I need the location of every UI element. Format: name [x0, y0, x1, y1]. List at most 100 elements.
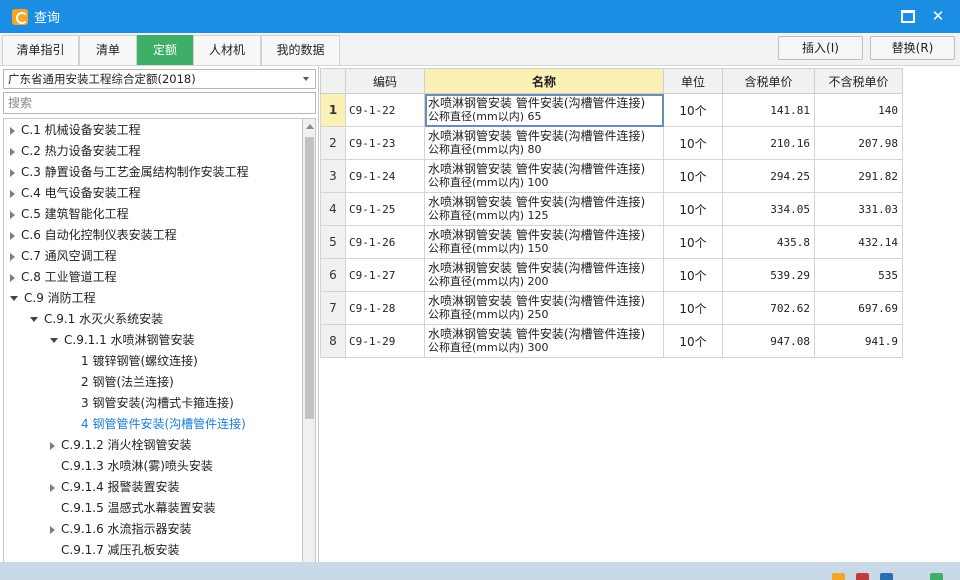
taskbar-blue-icon[interactable]: [880, 573, 893, 580]
cell-unit[interactable]: 10个: [663, 225, 723, 259]
cell-code[interactable]: C9-1-23: [345, 126, 425, 160]
cell-name[interactable]: 水喷淋钢管安装 管件安装(沟槽管件连接) 公称直径(mm以内) 80: [424, 126, 664, 160]
cell-notax-price[interactable]: 291.82: [814, 159, 903, 193]
row-number[interactable]: 3: [320, 159, 346, 193]
row-number[interactable]: 2: [320, 126, 346, 160]
tree-node[interactable]: C.4 电气设备安装工程: [10, 183, 141, 204]
tree-node[interactable]: C.8 工业管道工程: [10, 267, 117, 288]
table-row[interactable]: 5 C9-1-26 水喷淋钢管安装 管件安装(沟槽管件连接) 公称直径(mm以内) 1…: [320, 225, 903, 259]
taskbar-red-icon[interactable]: [856, 573, 869, 580]
search-input[interactable]: [3, 92, 316, 114]
cell-notax-price[interactable]: 941.9: [814, 324, 903, 358]
tree-node[interactable]: C.5 建筑智能化工程: [10, 204, 129, 225]
insert-button[interactable]: 插入(I): [778, 36, 863, 60]
cell-unit[interactable]: 10个: [663, 324, 723, 358]
row-number[interactable]: 4: [320, 192, 346, 226]
cell-code[interactable]: C9-1-26: [345, 225, 425, 259]
table-row[interactable]: 6 C9-1-27 水喷淋钢管安装 管件安装(沟槽管件连接) 公称直径(mm以内) 2…: [320, 258, 903, 292]
tree-node[interactable]: 2 钢管(法兰连接): [70, 372, 174, 393]
table-row[interactable]: 3 C9-1-24 水喷淋钢管安装 管件安装(沟槽管件连接) 公称直径(mm以内) 1…: [320, 159, 903, 193]
expand-arrow-icon[interactable]: [50, 483, 55, 492]
scroll-up-icon[interactable]: [306, 124, 314, 129]
tab-my-data[interactable]: 我的数据: [261, 35, 340, 65]
tree-scrollbar[interactable]: [302, 118, 316, 580]
expand-arrow-icon[interactable]: [10, 168, 15, 177]
cell-notax-price[interactable]: 140: [814, 93, 903, 127]
cell-name[interactable]: 水喷淋钢管安装 管件安装(沟槽管件连接) 公称直径(mm以内) 100: [424, 159, 664, 193]
cell-tax-price[interactable]: 210.16: [722, 126, 815, 160]
maximize-icon[interactable]: [898, 7, 918, 25]
quota-library-select[interactable]: 广东省通用安装工程综合定额(2018): [3, 69, 316, 89]
column-header-code[interactable]: 编码: [345, 68, 425, 94]
column-header-notax-price[interactable]: 不含税单价: [814, 68, 903, 94]
cell-code[interactable]: C9-1-25: [345, 192, 425, 226]
tab-bill-guide[interactable]: 清单指引: [2, 35, 79, 65]
collapse-arrow-icon[interactable]: [50, 338, 58, 343]
tree-node[interactable]: C.7 通风空调工程: [10, 246, 117, 267]
cell-notax-price[interactable]: 432.14: [814, 225, 903, 259]
cell-notax-price[interactable]: 535: [814, 258, 903, 292]
row-number[interactable]: 1: [320, 93, 346, 127]
tree-node[interactable]: C.9.1.2 消火栓钢管安装: [50, 435, 192, 456]
expand-arrow-icon[interactable]: [10, 273, 15, 282]
tab-quota[interactable]: 定额: [137, 35, 193, 65]
table-row[interactable]: 4 C9-1-25 水喷淋钢管安装 管件安装(沟槽管件连接) 公称直径(mm以内) 1…: [320, 192, 903, 226]
taskbar-app-icon[interactable]: [832, 573, 845, 580]
expand-arrow-icon[interactable]: [10, 189, 15, 198]
cell-notax-price[interactable]: 207.98: [814, 126, 903, 160]
cell-tax-price[interactable]: 334.05: [722, 192, 815, 226]
scrollbar-thumb[interactable]: [305, 137, 314, 419]
cell-code[interactable]: C9-1-27: [345, 258, 425, 292]
cell-unit[interactable]: 10个: [663, 192, 723, 226]
cell-tax-price[interactable]: 141.81: [722, 93, 815, 127]
tree-node[interactable]: C.9.1.5 温感式水幕装置安装: [50, 498, 216, 519]
expand-arrow-icon[interactable]: [10, 231, 15, 240]
replace-button[interactable]: 替换(R): [870, 36, 955, 60]
cell-tax-price[interactable]: 294.25: [722, 159, 815, 193]
tree-node[interactable]: 3 钢管安装(沟槽式卡箍连接): [70, 393, 234, 414]
table-row[interactable]: 7 C9-1-28 水喷淋钢管安装 管件安装(沟槽管件连接) 公称直径(mm以内) 2…: [320, 291, 903, 325]
cell-name[interactable]: 水喷淋钢管安装 管件安装(沟槽管件连接) 公称直径(mm以内) 125: [424, 192, 664, 226]
taskbar-green-icon[interactable]: [930, 573, 943, 580]
tree-node[interactable]: 4 钢管管件安装(沟槽管件连接): [70, 414, 246, 435]
cell-notax-price[interactable]: 697.69: [814, 291, 903, 325]
tree-node[interactable]: C.9.1.7 减压孔板安装: [50, 540, 180, 561]
row-number[interactable]: 6: [320, 258, 346, 292]
cell-code[interactable]: C9-1-24: [345, 159, 425, 193]
cell-unit[interactable]: 10个: [663, 159, 723, 193]
tree-node[interactable]: C.6 自动化控制仪表安装工程: [10, 225, 177, 246]
cell-name[interactable]: 水喷淋钢管安装 管件安装(沟槽管件连接) 公称直径(mm以内) 200: [424, 258, 664, 292]
collapse-arrow-icon[interactable]: [10, 296, 18, 301]
tree-node[interactable]: C.9.1 水灭火系统安装: [30, 309, 163, 330]
collapse-arrow-icon[interactable]: [30, 317, 38, 322]
tree-node[interactable]: 1 镀锌钢管(螺纹连接): [70, 351, 198, 372]
cell-code[interactable]: C9-1-29: [345, 324, 425, 358]
cell-tax-price[interactable]: 702.62: [722, 291, 815, 325]
expand-arrow-icon[interactable]: [50, 525, 55, 534]
expand-arrow-icon[interactable]: [10, 210, 15, 219]
tree-node[interactable]: C.2 热力设备安装工程: [10, 141, 141, 162]
close-icon[interactable]: ✕: [928, 7, 948, 25]
cell-name[interactable]: 水喷淋钢管安装 管件安装(沟槽管件连接) 公称直径(mm以内) 250: [424, 291, 664, 325]
cell-unit[interactable]: 10个: [663, 126, 723, 160]
cell-name[interactable]: 水喷淋钢管安装 管件安装(沟槽管件连接) 公称直径(mm以内) 300: [424, 324, 664, 358]
cell-notax-price[interactable]: 331.03: [814, 192, 903, 226]
tree-node[interactable]: C.9.1.4 报警装置安装: [50, 477, 180, 498]
tree-node[interactable]: C.9.1.1 水喷淋钢管安装: [50, 330, 195, 351]
column-header-name[interactable]: 名称: [424, 68, 664, 94]
tree-node[interactable]: C.1 机械设备安装工程: [10, 120, 141, 141]
column-header-unit[interactable]: 单位: [663, 68, 723, 94]
tree-node[interactable]: C.9 消防工程: [10, 288, 96, 309]
tab-labor-material-machine[interactable]: 人材机: [193, 35, 261, 65]
cell-unit[interactable]: 10个: [663, 291, 723, 325]
cell-unit[interactable]: 10个: [663, 258, 723, 292]
row-number[interactable]: 7: [320, 291, 346, 325]
table-row[interactable]: 2 C9-1-23 水喷淋钢管安装 管件安装(沟槽管件连接) 公称直径(mm以内) 8…: [320, 126, 903, 160]
cell-tax-price[interactable]: 435.8: [722, 225, 815, 259]
table-row[interactable]: 8 C9-1-29 水喷淋钢管安装 管件安装(沟槽管件连接) 公称直径(mm以内) 3…: [320, 324, 903, 358]
cell-code[interactable]: C9-1-22: [345, 93, 425, 127]
expand-arrow-icon[interactable]: [10, 147, 15, 156]
cell-tax-price[interactable]: 539.29: [722, 258, 815, 292]
tree-node[interactable]: C.9.1.6 水流指示器安装: [50, 519, 192, 540]
cell-unit[interactable]: 10个: [663, 93, 723, 127]
